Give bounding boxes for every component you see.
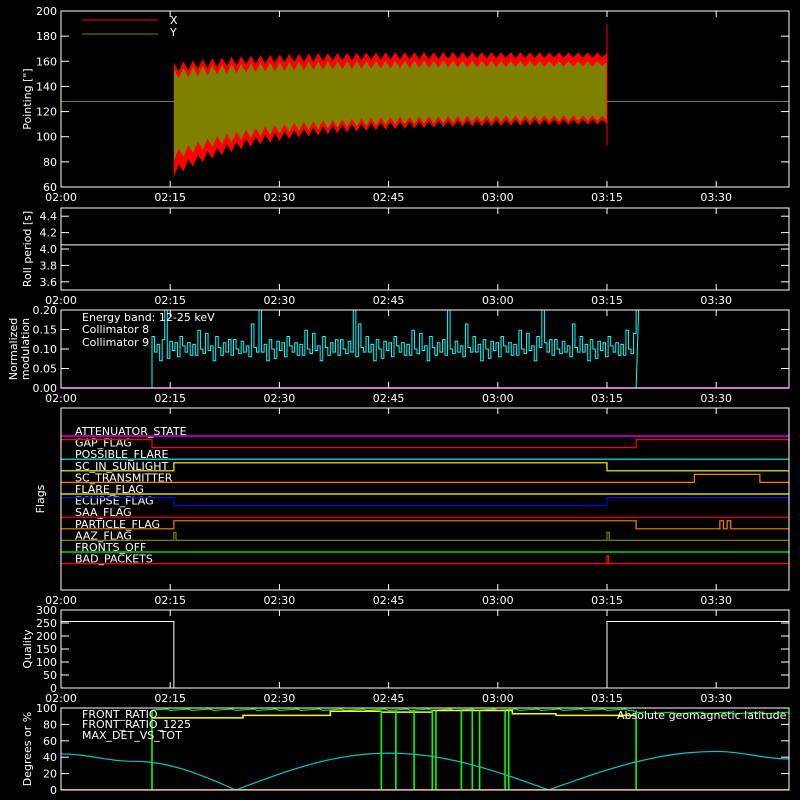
quality-line	[61, 620, 789, 689]
quality-y-ticks: 050100150200250300	[36, 604, 789, 695]
x-tick-label: 02:15	[154, 392, 186, 405]
y-tick-label: 60	[43, 735, 57, 748]
ratios-ylabel: Degrees or %	[21, 712, 34, 786]
x-tick-label: 03:15	[591, 191, 623, 204]
x-tick-label: 03:00	[482, 594, 514, 607]
x-tick-label: 03:15	[591, 594, 623, 607]
x-tick-label: 02:45	[373, 392, 405, 405]
legend-collimator-8: Collimator 8	[82, 323, 149, 336]
legend-y-label: Y	[169, 26, 177, 39]
pointing-data	[61, 23, 789, 177]
x-tick-label: 03:30	[700, 392, 732, 405]
y-tick-label: 250	[36, 617, 57, 630]
pointing-panel: 6080100120140160180200 02:00 02:15 02:30 02…	[21, 5, 790, 204]
x-tick-label: 03:15	[591, 294, 623, 307]
legend-max-det: MAX_DET_VS_TOT	[82, 729, 182, 742]
flags-ylabel: Flags	[34, 484, 47, 513]
roll-period-panel: 3.63.84.04.24.4 02:00 02:15 02:30 02:45 03:0…	[21, 207, 790, 307]
x-tick-label: 02:15	[154, 692, 186, 705]
flag-line	[61, 520, 789, 530]
pointing-ylabel: Pointing ["]	[21, 68, 34, 129]
ratios-panel: 0 20 40 60 80 100 Degrees or % Absolute geoma…	[21, 702, 790, 797]
y-tick-label: 80	[43, 156, 57, 169]
y-tick-label: 180	[36, 30, 57, 43]
y-tick-label: 140	[36, 80, 57, 93]
flags-panel: ATTENUATOR_STATEGAP_FLAGPOSSIBLE_FLARESC…	[34, 407, 790, 607]
quality-panel: 050100150200250300 02:00 02:15 02:30 02:45 0…	[21, 604, 790, 705]
quality-data	[61, 620, 789, 689]
y-tick-label: 4.2	[40, 227, 58, 240]
x-tick-label: 02:00	[45, 191, 77, 204]
y-tick-label: 4.4	[40, 210, 58, 223]
x-tick-label: 02:45	[373, 692, 405, 705]
modulation-ylabel-line2: modulation	[19, 318, 32, 380]
x-tick-label: 02:30	[264, 392, 296, 405]
x-tick-label: 02:45	[373, 294, 405, 307]
flag-line	[60, 439, 790, 449]
x-tick-label: 03:30	[700, 594, 732, 607]
y-tick-label: 4.0	[40, 243, 58, 256]
modulation-panel: 0.000.050.100.150.20 02:00 02:15 02:30 02:4…	[7, 304, 790, 405]
x-tick-label: 03:00	[482, 392, 514, 405]
x-tick-label: 03:00	[482, 692, 514, 705]
telemetry-chart: 6080100120140160180200 02:00 02:15 02:30 02…	[7, 5, 790, 797]
x-tick-label: 02:00	[45, 392, 77, 405]
x-tick-label: 03:15	[591, 692, 623, 705]
y-tick-label: 160	[36, 55, 57, 68]
x-tick-label: 02:45	[373, 594, 405, 607]
pointing-band-y	[173, 60, 607, 161]
y-tick-label: 200	[36, 5, 57, 18]
y-tick-label: 300	[36, 604, 57, 617]
x-tick-label: 03:15	[591, 392, 623, 405]
x-tick-label: 02:30	[264, 191, 296, 204]
y-tick-label: 100	[36, 702, 57, 715]
latitude-line	[60, 750, 790, 791]
y-tick-label: 3.8	[40, 259, 58, 272]
x-tick-label: 02:45	[373, 191, 405, 204]
y-tick-label: 200	[36, 630, 57, 643]
front-ratio-line	[152, 709, 637, 719]
y-tick-label: 0.05	[33, 363, 58, 376]
y-tick-label: 3.6	[40, 276, 58, 289]
y-tick-label: 20	[43, 768, 57, 781]
flag-line	[61, 462, 789, 472]
y-tick-label: 150	[36, 643, 57, 656]
y-tick-label: 0.20	[33, 304, 58, 317]
y-tick-label: 0.15	[33, 324, 58, 337]
x-tick-label: 03:30	[700, 692, 732, 705]
x-tick-label: 03:00	[482, 294, 514, 307]
flags-data: ATTENUATOR_STATEGAP_FLAGPOSSIBLE_FLARESC…	[60, 425, 790, 566]
quality-ylabel: Quality	[21, 629, 34, 669]
roll-period-x-ticks: 02:00 02:15 02:30 02:45 03:00 03:15 03:30	[45, 208, 732, 307]
y-tick-label: 0	[50, 784, 57, 797]
x-tick-label: 02:15	[154, 594, 186, 607]
y-tick-label: 40	[43, 751, 57, 764]
flag-line	[61, 555, 789, 565]
roll-period-y-ticks: 3.6 3.8 4.0 4.2 4.4	[40, 210, 789, 289]
x-tick-label: 02:30	[264, 594, 296, 607]
x-tick-label: 02:15	[154, 294, 186, 307]
y-tick-label: 0.10	[33, 343, 58, 356]
y-tick-label: 100	[36, 656, 57, 669]
x-tick-label: 03:00	[482, 191, 514, 204]
x-tick-label: 03:30	[700, 294, 732, 307]
quality-x-ticks: 02:00 02:15 02:30 02:45 03:00 03:15 03:30	[45, 610, 732, 705]
roll-period-frame	[60, 207, 790, 291]
flag-line	[61, 531, 789, 541]
x-tick-label: 03:30	[700, 191, 732, 204]
x-tick-label: 02:30	[264, 294, 296, 307]
legend-collimator-9: Collimator 9	[82, 336, 149, 349]
latitude-annotation: Absolute geomagnetic latitude	[617, 709, 787, 722]
x-tick-label: 02:30	[264, 692, 296, 705]
y-tick-label: 120	[36, 106, 57, 119]
collimator-8-line	[151, 309, 640, 389]
y-tick-label: 50	[43, 669, 57, 682]
y-tick-label: 100	[36, 131, 57, 144]
y-tick-label: 80	[43, 718, 57, 731]
flag-line	[60, 497, 790, 507]
x-tick-label: 02:15	[154, 191, 186, 204]
roll-period-ylabel: Roll period [s]	[21, 211, 34, 287]
